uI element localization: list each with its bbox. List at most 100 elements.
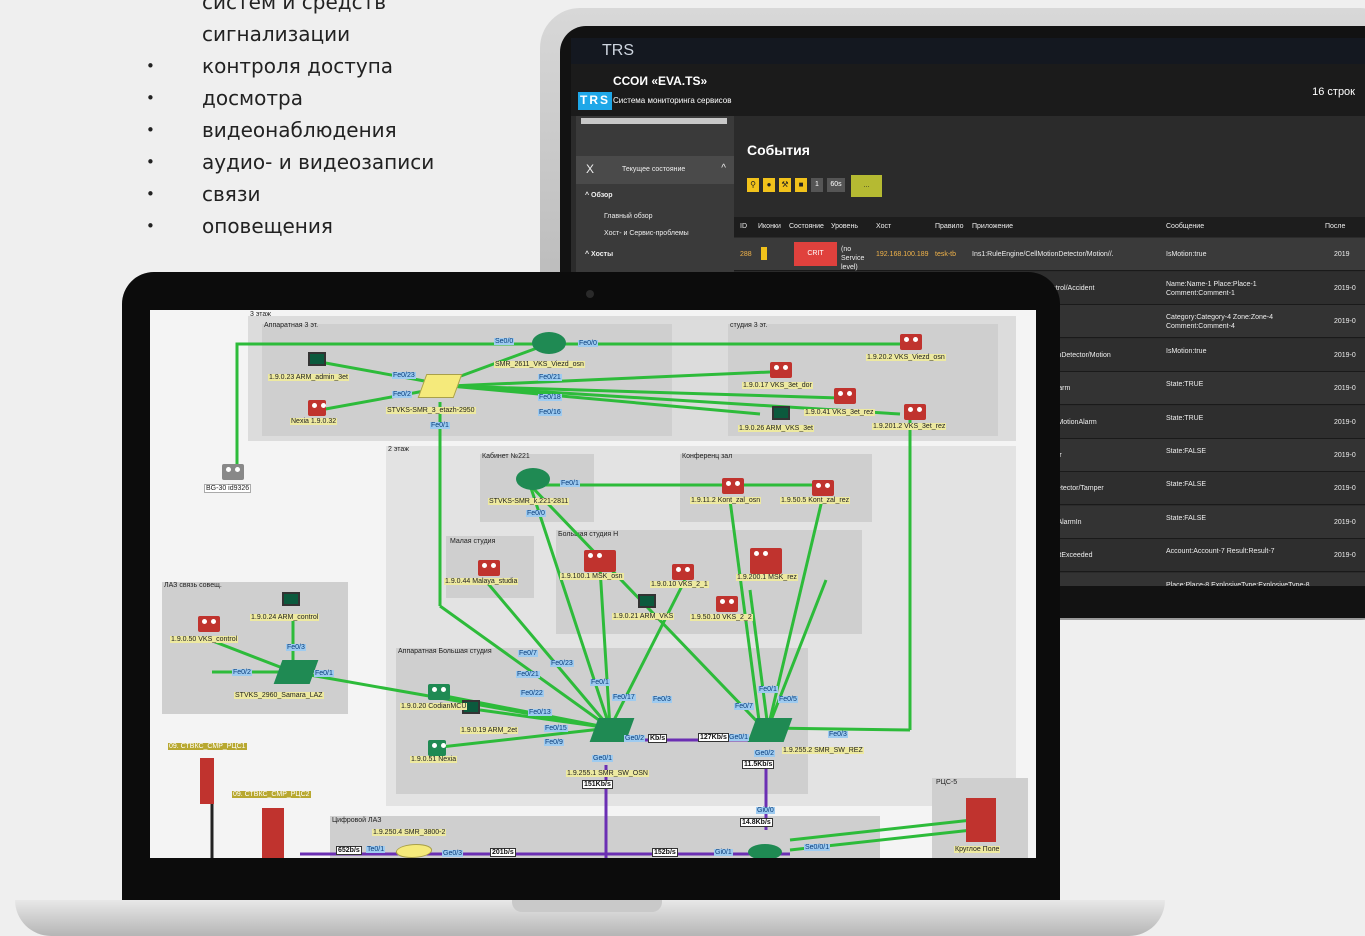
node-label[interactable]: 1.9.0.44 Malaya_studia: [444, 578, 519, 585]
sidebar-item-main-overview[interactable]: Главный обзор: [604, 213, 653, 220]
node-label[interactable]: 1.9.0.26 ARM_VKS_3et: [738, 425, 814, 432]
close-icon[interactable]: X: [586, 162, 594, 176]
col-id[interactable]: ID: [740, 223, 747, 230]
col-host[interactable]: Хост: [876, 223, 891, 230]
router-icon[interactable]: [532, 332, 566, 354]
search-icon[interactable]: ⚲: [747, 178, 759, 192]
page-number[interactable]: 1: [811, 178, 823, 192]
port-label: Ge0/1: [592, 755, 614, 762]
node-label[interactable]: 1.9.20.2 VKS_Viezd_osn: [866, 354, 946, 361]
router-icon[interactable]: [748, 844, 782, 858]
vks-terminal-icon[interactable]: [198, 616, 220, 632]
node-label[interactable]: STVKS-SMR_k.221-2811: [488, 498, 570, 505]
node-label[interactable]: 1.9.50.10 VKS_2_2: [690, 614, 753, 621]
codec-icon[interactable]: [428, 740, 446, 756]
node-label[interactable]: SMR_2611_VKS_Viezd_osn: [494, 361, 585, 368]
chevron-up-icon[interactable]: ^: [721, 163, 726, 174]
node-label[interactable]: 1.9.0.41 VKS_3et_rez: [804, 409, 875, 416]
col-rule[interactable]: Правило: [935, 223, 964, 230]
computer-icon[interactable]: [308, 352, 326, 366]
node-label[interactable]: STVKS_2960_Samara_LAZ: [234, 692, 324, 699]
node-label[interactable]: 1.9.0.23 ARM_admin_3et: [268, 374, 349, 381]
computer-icon[interactable]: [282, 592, 300, 606]
vks-terminal-icon[interactable]: [478, 560, 500, 576]
sidebar-item-overview[interactable]: ^ Обзор: [585, 192, 613, 199]
vks-terminal-icon[interactable]: [722, 478, 744, 494]
mcu-icon[interactable]: [428, 684, 450, 700]
codec-icon[interactable]: [308, 400, 326, 416]
vks-terminal-icon[interactable]: [812, 480, 834, 496]
node-label[interactable]: 1.9.0.19 ARM_2et: [460, 727, 519, 734]
building-icon[interactable]: [262, 808, 284, 858]
node-label[interactable]: Круглое Поле: [954, 846, 1001, 853]
sidebar-panel-current-state[interactable]: X Текущее состояние ^: [576, 156, 734, 184]
sidebar-item-host-problems[interactable]: Хост- и Сервис-проблемы: [604, 230, 689, 237]
node-label[interactable]: 1.9.0.21 ARM_VKS: [612, 613, 675, 620]
filter-icon[interactable]: ●: [763, 178, 775, 192]
node-label[interactable]: STVKS-SMR_3_etazh-2950: [386, 407, 476, 414]
rate-label: 652b/s: [336, 846, 362, 855]
building-icon[interactable]: [966, 798, 996, 842]
row-host[interactable]: 192.168.100.189: [876, 251, 929, 258]
node-label[interactable]: 1.9.200.1 MSK_rez: [736, 574, 798, 581]
node-label[interactable]: 1.9.255.1 SMR_SW_OSN: [566, 770, 649, 777]
window-title: TRS: [571, 38, 1365, 64]
sidebar-panel-title: Текущее состояние: [622, 166, 686, 173]
row-rule[interactable]: tesk-tb: [935, 251, 956, 258]
node-label[interactable]: 1.9.11.2 Kont_zal_osn: [690, 497, 762, 504]
more-button[interactable]: ...: [851, 175, 882, 197]
vks-terminal-icon[interactable]: [716, 596, 738, 612]
vks-terminal-icon[interactable]: [672, 564, 694, 580]
sidebar-search[interactable]: [581, 118, 727, 124]
wrench-icon[interactable]: ⚒: [779, 178, 791, 192]
node-label[interactable]: 1.9.255.2 SMR_SW_REZ: [782, 747, 864, 754]
node-label[interactable]: 1.9.0.17 VKS_3et_dor: [742, 382, 813, 389]
vks-terminal-icon[interactable]: [834, 388, 856, 404]
row-message: Place:Place-8 ExplosiveType:ExplosiveTyp…: [1166, 581, 1310, 586]
row-date: 2019-0: [1334, 351, 1356, 359]
col-level[interactable]: Уровень: [831, 223, 858, 230]
port-label: Fe0/16: [538, 409, 562, 416]
col-message[interactable]: Сообщение: [1166, 223, 1204, 230]
vks-terminal-icon[interactable]: [904, 404, 926, 420]
node-label[interactable]: 1.9.0.10 VKS_2_1: [650, 581, 709, 588]
port-label: Fe0/15: [544, 725, 568, 732]
vks-terminal-icon[interactable]: [900, 334, 922, 350]
vks-terminal-icon[interactable]: [750, 548, 782, 574]
node-label[interactable]: 1.9.0.24 ARM_control: [250, 614, 320, 621]
trs-logo[interactable]: TRS: [578, 92, 612, 110]
col-app[interactable]: Приложение: [972, 223, 1013, 230]
port-label: Fe0/5: [778, 696, 798, 703]
reload-icon[interactable]: ■: [795, 178, 807, 192]
computer-icon[interactable]: [638, 594, 656, 608]
rate-label: 14.8Kb/s: [740, 818, 773, 827]
row-message: Category:Category-4 Zone:Zone-4 Comment:…: [1166, 314, 1273, 331]
node-label[interactable]: 09. СТВКС_СМР_РЦС2: [232, 791, 311, 798]
vks-terminal-icon[interactable]: [770, 362, 792, 378]
port-label: Se0/0/1: [804, 844, 831, 851]
node-label[interactable]: 1.9.201.2 VKS_3et_rez: [872, 423, 947, 430]
port-label: Fe0/0: [526, 510, 546, 517]
row-level: (no Service level): [841, 246, 865, 271]
refresh-interval[interactable]: 60s: [827, 178, 845, 192]
node-label[interactable]: 1.9.0.51 Nexia: [410, 756, 458, 763]
col-last[interactable]: После: [1325, 223, 1345, 230]
router-icon[interactable]: [516, 468, 550, 490]
table-row[interactable]: 288 CRIT (no Service level) 192.168.100.…: [734, 238, 1365, 271]
building-icon[interactable]: [200, 758, 214, 804]
sidebar-item-hosts[interactable]: ^ Хосты: [585, 251, 613, 258]
node-label[interactable]: 1.9.250.4 SMR_3800-2: [372, 829, 447, 836]
port-label: Fe0/23: [550, 660, 574, 667]
node-label[interactable]: 1.9.50.5 Kont_zal_rez: [780, 497, 851, 504]
vks-terminal-icon[interactable]: [584, 550, 616, 572]
col-icons[interactable]: Иконки: [758, 223, 781, 230]
col-state[interactable]: Состояние: [789, 223, 824, 230]
node-label[interactable]: Nexia 1.9.0.32: [290, 418, 338, 425]
node-label[interactable]: 1.9.100.1 MSK_osn: [560, 573, 624, 580]
gateway-icon[interactable]: [222, 464, 244, 480]
computer-icon[interactable]: [772, 406, 790, 420]
node-label[interactable]: BG-30 id9326: [204, 484, 252, 493]
node-label[interactable]: 1.9.0.20 CodianMCU: [400, 703, 468, 710]
node-label[interactable]: 1.9.0.50 VKS_control: [170, 636, 239, 643]
node-label[interactable]: 09. СТВКС_СМР_РЦС1: [168, 743, 247, 750]
